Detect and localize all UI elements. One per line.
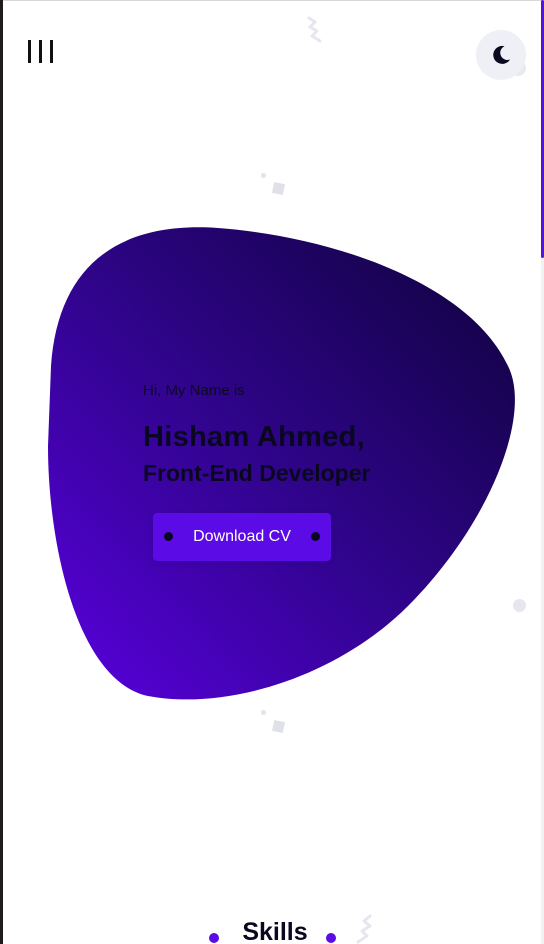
button-dot-icon <box>311 532 320 541</box>
heading-dot-icon <box>326 933 336 943</box>
download-cv-label: Download CV <box>193 528 291 545</box>
menu-bar-icon <box>50 40 53 63</box>
portfolio-page: Hi, My Name is Hisham Ahmed, Front-End D… <box>0 0 544 944</box>
hero-role: Front-End Developer <box>143 460 371 486</box>
top-border <box>0 0 544 1</box>
menu-button[interactable] <box>28 40 56 64</box>
hero-intro: Hi, My Name is Hisham Ahmed, Front-End D… <box>143 380 483 487</box>
download-cv-button[interactable]: Download CV <box>153 513 331 561</box>
hero-greeting: Hi, My Name is <box>143 382 245 399</box>
heading-dot-icon <box>209 933 219 943</box>
square-decoration <box>271 181 286 196</box>
menu-bar-icon <box>28 40 31 63</box>
moon-icon <box>493 45 510 64</box>
small-dot-decoration <box>261 173 266 178</box>
skills-section-heading: Skills <box>200 912 350 944</box>
skills-title: Skills <box>242 918 308 944</box>
squiggle-decoration-bottom <box>356 914 372 944</box>
left-border <box>0 0 3 944</box>
square-decoration-lower <box>271 719 286 734</box>
menu-bar-icon <box>39 40 42 63</box>
button-dot-icon <box>164 532 173 541</box>
squiggle-decoration-top <box>307 16 322 43</box>
theme-toggle-button[interactable] <box>476 30 526 80</box>
small-dot-decoration-lower <box>261 710 266 715</box>
hero-name: Hisham Ahmed, <box>143 421 365 453</box>
